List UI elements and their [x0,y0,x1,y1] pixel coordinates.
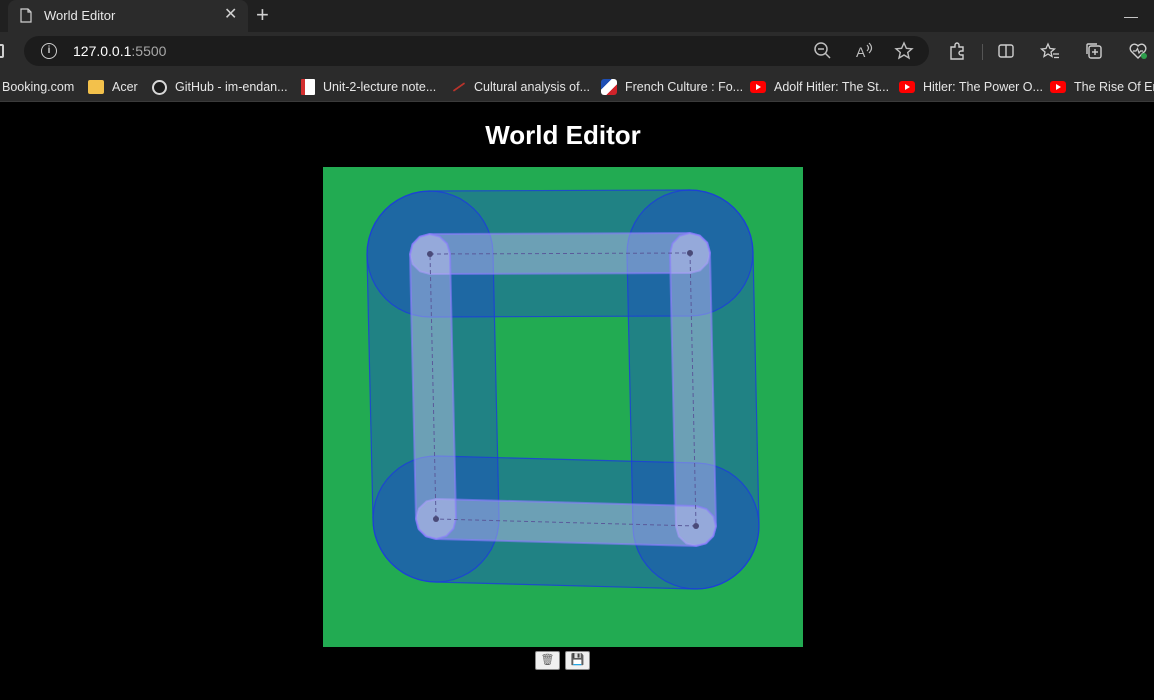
github-icon [152,79,167,95]
bookmark-label: French Culture : Fo... [625,80,744,94]
bookmark-french-culture[interactable]: French Culture : Fo... [601,78,743,96]
site-info-icon[interactable]: i [41,43,57,59]
save-button[interactable]: 💾 [565,651,590,670]
favorites-icon[interactable] [1040,41,1060,61]
graph-point-1[interactable] [687,250,693,256]
bookmark-acer[interactable]: Acer [88,78,138,96]
bookmark-label: The Rise Of Em [1074,80,1154,94]
folder-icon [88,80,104,94]
browser-essentials-icon[interactable] [1128,41,1148,61]
bookmark-label: Adolf Hitler: The St... [774,80,890,94]
bookmark-label: Cultural analysis of... [474,80,591,94]
zoom-out-icon[interactable] [813,41,833,61]
split-screen-icon[interactable] [996,41,1016,61]
bookmark-label: Booking.com [2,80,75,94]
site-icon [452,82,466,92]
bookmark-unit-2-lecture[interactable]: Unit-2-lecture note... [301,78,436,96]
pdf-icon [301,79,315,95]
bookmark-github[interactable]: GitHub - im-endan... [152,78,288,96]
browser-tab-bar: World Editor ✕ + — [0,0,1154,32]
extensions-icon[interactable] [947,41,967,61]
read-aloud-icon[interactable]: A [854,41,874,61]
youtube-icon [899,81,915,93]
address-bar[interactable]: i 127.0.0.1:5500 A [24,36,929,66]
bookmark-label: Hitler: The Power O... [923,80,1043,94]
save-icon: 💾 [570,654,585,666]
road-surface-2 [414,497,718,548]
bookmark-youtube-2[interactable]: Hitler: The Power O... [899,78,1043,96]
bookmark-booking[interactable]: Booking.com [2,78,74,96]
favorite-star-icon[interactable] [894,41,914,61]
road-surface-3 [408,232,458,541]
browser-tab[interactable]: World Editor ✕ [8,0,248,32]
minimize-icon[interactable]: — [1124,8,1138,24]
site-icon [601,79,617,95]
tab-close-icon[interactable]: ✕ [224,7,237,23]
world-canvas[interactable] [323,167,803,647]
graph-point-3[interactable] [433,516,439,522]
new-tab-icon[interactable]: + [256,4,269,26]
home-icon[interactable] [0,44,4,58]
dispose-button[interactable]: 🗑 [535,651,560,670]
road-surface-0 [408,231,712,276]
bookmarks-bar: Booking.com Acer GitHub - im-endan... Un… [0,70,1154,102]
browser-toolbar: i 127.0.0.1:5500 A [0,32,1154,70]
url-host: 127.0.0.1 [73,43,132,59]
url-text[interactable]: 127.0.0.1:5500 [73,43,166,59]
bookmark-youtube-3[interactable]: The Rise Of Em [1050,78,1154,96]
bookmark-cultural-analysis[interactable]: Cultural analysis of... [452,78,590,96]
tab-title: World Editor [44,8,116,23]
collections-icon[interactable] [1084,41,1104,61]
bookmark-youtube-1[interactable]: Adolf Hitler: The St... [750,78,889,96]
youtube-icon [750,81,766,93]
editor-controls: 🗑 💾 [535,651,593,671]
youtube-icon [1050,81,1066,93]
url-port: :5500 [131,43,167,59]
toolbar-divider [982,44,983,60]
page-title: World Editor [485,120,641,150]
bookmark-label: Unit-2-lecture note... [323,80,437,94]
bookmark-label: GitHub - im-endan... [175,80,288,94]
page-viewport: World Editor 🗑 💾 [0,103,1154,700]
bookmark-label: Acer [112,80,138,94]
trash-icon: 🗑 [540,654,555,666]
page-icon [20,8,32,23]
graph-point-2[interactable] [693,523,699,529]
svg-text:A: A [856,44,866,60]
graph-point-0[interactable] [427,251,433,257]
